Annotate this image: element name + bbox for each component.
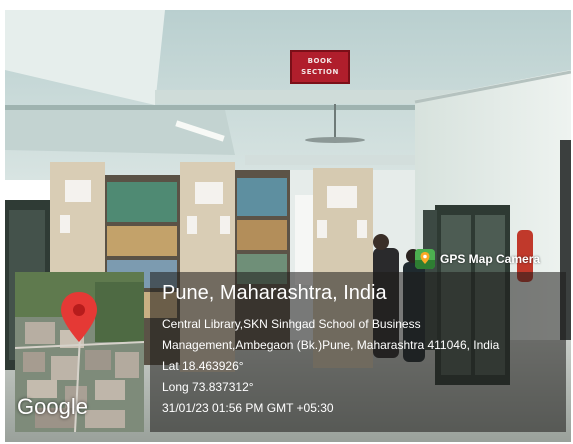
google-attribution: Google — [17, 394, 88, 419]
gps-map-camera-label: GPS Map Camera — [415, 248, 540, 270]
map-thumbnail: Google — [15, 272, 144, 432]
location-info-panel: Pune, Maharashtra, India Central Library… — [150, 272, 566, 432]
gps-map-camera-text: GPS Map Camera — [440, 252, 541, 266]
sign-line-1: BOOK — [307, 57, 333, 65]
book-section-sign: BOOK SECTION — [290, 50, 350, 84]
timestamp-text: 31/01/23 01:56 PM GMT +05:30 — [162, 401, 334, 415]
longitude-text: Long 73.837312° — [162, 380, 254, 394]
sign-line-2: SECTION — [301, 68, 339, 76]
latitude-text: Lat 18.463926° — [162, 359, 244, 373]
address-line-1: Central Library,SKN Sinhgad School of Bu… — [162, 317, 421, 331]
location-title: Pune, Maharashtra, India — [162, 282, 387, 304]
gps-map-camera-icon — [415, 249, 435, 269]
address-line-2: Management,Ambegaon (Bk.)Pune, Maharasht… — [162, 338, 500, 352]
